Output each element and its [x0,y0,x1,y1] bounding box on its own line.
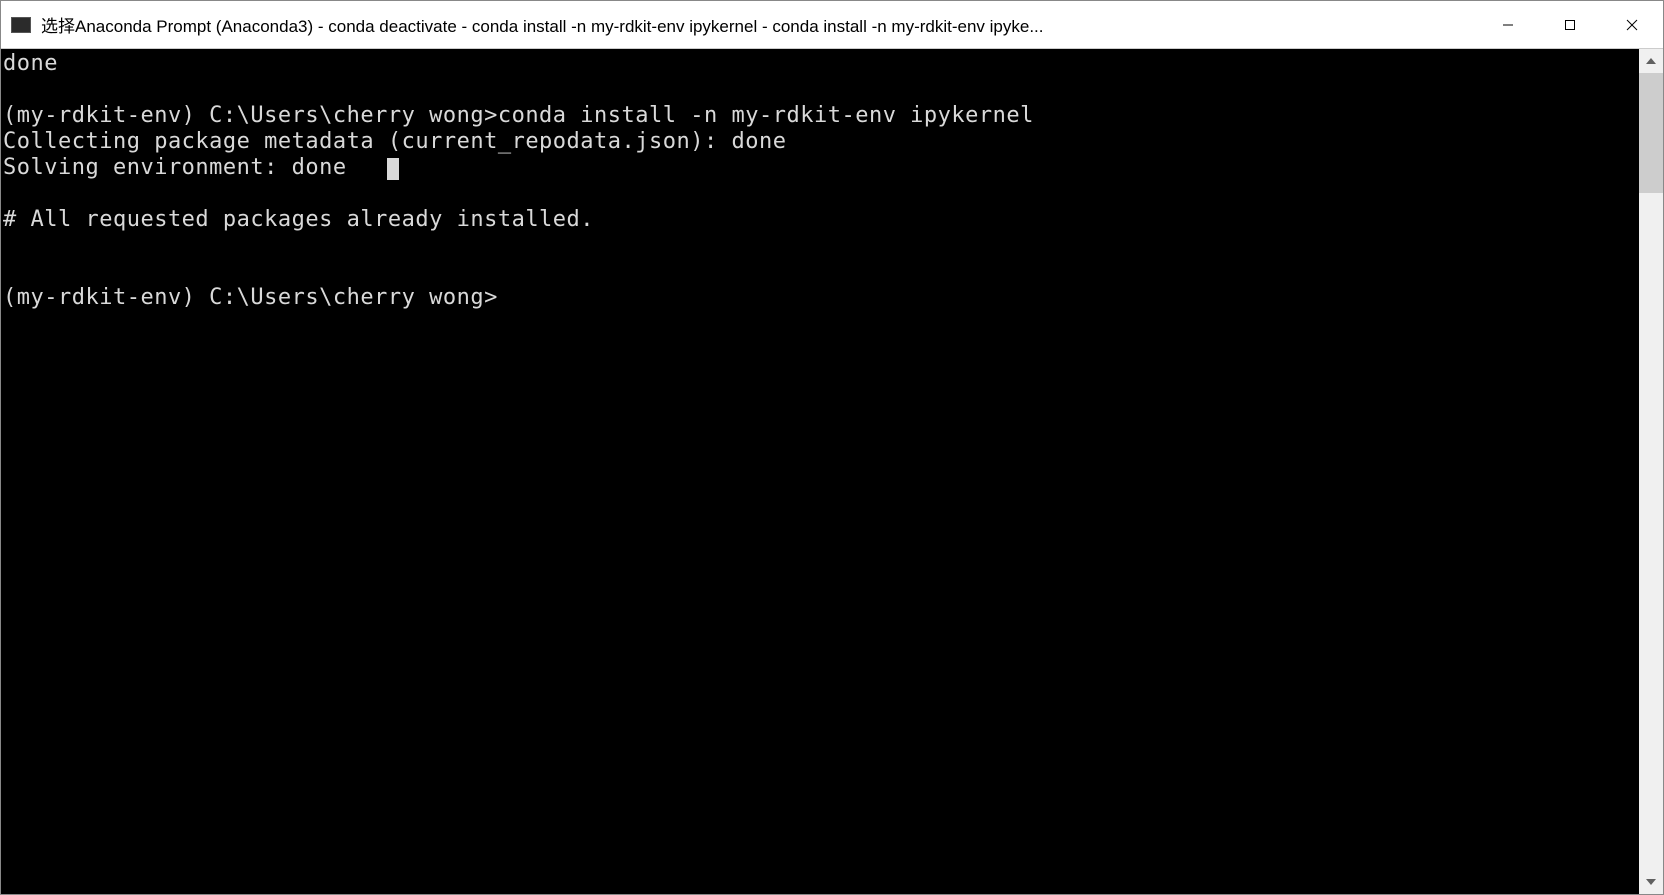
terminal-line [3,181,1639,207]
window-titlebar[interactable]: 选择Anaconda Prompt (Anaconda3) - conda de… [1,1,1663,49]
chevron-up-icon [1646,58,1656,64]
content-area: done (my-rdkit-env) C:\Users\cherry wong>… [1,49,1663,894]
scroll-up-arrow[interactable] [1639,49,1663,73]
window-title: 选择Anaconda Prompt (Anaconda3) - conda de… [41,12,1477,37]
window-controls [1477,1,1663,48]
terminal-window: 选择Anaconda Prompt (Anaconda3) - conda de… [0,0,1664,895]
app-icon [11,17,31,33]
terminal-cursor [387,158,399,180]
terminal-line: Collecting package metadata (current_rep… [3,129,1639,155]
minimize-icon [1502,19,1514,31]
terminal-line [3,233,1639,259]
close-icon [1626,19,1638,31]
scroll-down-arrow[interactable] [1639,870,1663,894]
close-button[interactable] [1601,1,1663,48]
vertical-scrollbar[interactable] [1639,49,1663,894]
terminal-line: (my-rdkit-env) C:\Users\cherry wong> [3,285,1639,311]
maximize-icon [1564,19,1576,31]
terminal-line [3,259,1639,285]
terminal-line: done [3,51,1639,77]
scroll-thumb[interactable] [1639,73,1663,193]
terminal-line: # All requested packages already install… [3,207,1639,233]
terminal-line [3,77,1639,103]
terminal-line: Solving environment: done [3,155,1639,181]
terminal-line: (my-rdkit-env) C:\Users\cherry wong>cond… [3,103,1639,129]
maximize-button[interactable] [1539,1,1601,48]
scroll-track[interactable] [1639,73,1663,870]
minimize-button[interactable] [1477,1,1539,48]
terminal-output[interactable]: done (my-rdkit-env) C:\Users\cherry wong>… [1,49,1639,894]
chevron-down-icon [1646,879,1656,885]
